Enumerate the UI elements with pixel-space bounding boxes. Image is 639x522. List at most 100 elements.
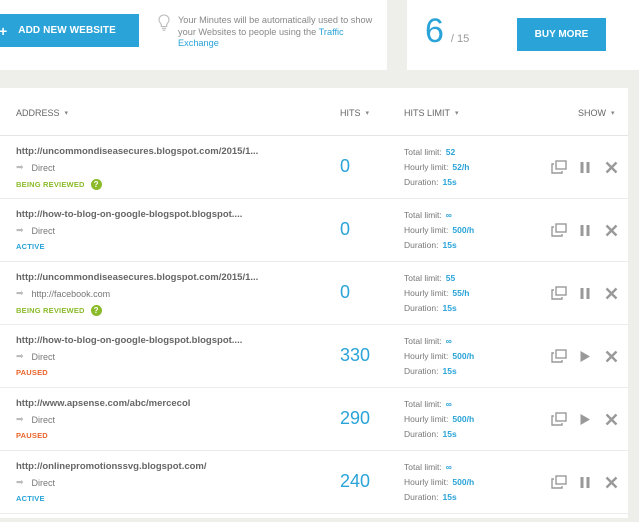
website-address[interactable]: http://onlinepromotionssvg.blogspot.com/	[16, 461, 207, 472]
external-window-icon	[551, 475, 567, 489]
duration-value: 15s	[442, 240, 457, 250]
help-icon[interactable]: ?	[90, 179, 102, 190]
website-address[interactable]: http://uncommondiseasecures.blogspot.com…	[16, 272, 258, 283]
help-icon[interactable]: ?	[90, 305, 102, 316]
website-address[interactable]: http://www.apsense.com/abc/mercecol	[16, 398, 190, 409]
hits-count: 240	[340, 471, 371, 491]
delete-button[interactable]	[601, 472, 621, 492]
hourly-limit-value: 52/h	[452, 162, 470, 172]
duration-label: Duration:	[404, 429, 439, 439]
duration-value: 15s	[442, 429, 457, 439]
open-external-button[interactable]	[549, 409, 569, 429]
traffic-source-label: Direct	[31, 414, 56, 425]
delete-button[interactable]	[601, 283, 621, 303]
duration-value: 15s	[442, 177, 457, 187]
pause-button[interactable]	[575, 472, 595, 492]
external-window-icon	[551, 349, 567, 363]
pause-icon	[580, 224, 590, 236]
table-row: http://www.apsense.com/abc/mercecol ➡ Di…	[0, 388, 628, 451]
status-badge: BEING REVIEWED ?	[16, 305, 102, 316]
total-limit-label: Total limit:	[404, 399, 442, 409]
hits-count: 330	[340, 345, 371, 365]
hourly-limit-value: 500/h	[452, 414, 475, 424]
hourly-limit: Hourly limit: 55/h	[404, 286, 469, 301]
total-limit: Total limit: ∞	[404, 460, 474, 475]
hourly-limit: Hourly limit: 500/h	[404, 475, 474, 490]
table-row: http://uncommondiseasecures.blogspot.com…	[0, 136, 628, 199]
total-limit-label: Total limit:	[404, 336, 442, 346]
add-new-website-label: ADD NEW WEBSITE	[18, 25, 116, 36]
delete-button[interactable]	[601, 346, 621, 366]
pause-button[interactable]	[575, 283, 595, 303]
hits-limit: Total limit: ∞ Hourly limit: 500/h Duratio…	[404, 397, 474, 442]
hits-count: 0	[340, 219, 351, 239]
delete-button[interactable]	[601, 220, 621, 240]
header-show[interactable]: SHOW ▾	[578, 108, 615, 118]
open-external-button[interactable]	[549, 283, 569, 303]
table-row: http://onlinepromotionssvg.blogspot.com/…	[0, 451, 628, 514]
status-label: PAUSED	[16, 431, 48, 440]
hourly-limit-label: Hourly limit:	[404, 288, 449, 298]
close-icon	[605, 224, 617, 236]
status-badge: BEING REVIEWED ?	[16, 179, 102, 190]
lightbulb-icon	[158, 14, 170, 31]
traffic-source: ➡ Direct	[16, 162, 55, 173]
duration: Duration: 15s	[404, 364, 474, 379]
table-row: http://how-to-blog-on-google-blogspot.bl…	[0, 199, 628, 262]
delete-button[interactable]	[601, 157, 621, 177]
website-address[interactable]: http://how-to-blog-on-google-blogspot.bl…	[16, 335, 242, 346]
close-icon	[605, 161, 617, 173]
row-actions	[549, 157, 627, 177]
arrow-right-icon: ➡	[16, 414, 24, 424]
hourly-limit-value: 500/h	[452, 351, 475, 361]
row-actions	[549, 346, 627, 366]
row-actions	[549, 220, 627, 240]
resume-button[interactable]	[575, 346, 595, 366]
websites-table: ADDRESS ▾ HITS ▾ HITS LIMIT ▾ SHOW ▾ htt…	[0, 88, 628, 518]
row-actions	[549, 472, 627, 492]
open-external-button[interactable]	[549, 346, 569, 366]
duration: Duration: 15s	[404, 238, 474, 253]
duration: Duration: 15s	[404, 490, 474, 505]
buy-more-button[interactable]: BUY MORE	[517, 18, 606, 51]
open-external-button[interactable]	[549, 220, 569, 240]
website-address[interactable]: http://how-to-blog-on-google-blogspot.bl…	[16, 209, 242, 220]
duration-value: 15s	[442, 366, 457, 376]
open-external-button[interactable]	[549, 472, 569, 492]
hourly-limit: Hourly limit: 500/h	[404, 412, 474, 427]
table-header: ADDRESS ▾ HITS ▾ HITS LIMIT ▾ SHOW ▾	[0, 88, 628, 136]
header-address[interactable]: ADDRESS ▾	[16, 108, 68, 118]
arrow-right-icon: ➡	[16, 288, 24, 298]
arrow-right-icon: ➡	[16, 225, 24, 235]
minutes-total: / 15	[450, 33, 470, 45]
delete-button[interactable]	[601, 409, 621, 429]
duration: Duration: 15s	[404, 175, 469, 190]
table-row: http://uncommondiseasecures.blogspot.com…	[0, 262, 628, 325]
website-address[interactable]: http://uncommondiseasecures.blogspot.com…	[16, 146, 258, 157]
duration: Duration: 15s	[404, 301, 469, 316]
duration-value: 15s	[442, 303, 457, 313]
hits-count: 0	[340, 156, 351, 176]
pause-button[interactable]	[575, 220, 595, 240]
traffic-source: ➡ Direct	[16, 225, 55, 236]
status-label: PAUSED	[16, 368, 48, 377]
hits-limit: Total limit: 55 Hourly limit: 55/h Duratio…	[404, 271, 469, 316]
pause-icon	[580, 476, 590, 488]
plus-icon: +	[0, 22, 8, 39]
total-limit-value: ∞	[445, 336, 452, 346]
hourly-limit: Hourly limit: 52/h	[404, 160, 469, 175]
open-external-button[interactable]	[549, 157, 569, 177]
header-hits-limit[interactable]: HITS LIMIT ▾	[404, 108, 459, 118]
pause-button[interactable]	[575, 157, 595, 177]
header-hits[interactable]: HITS ▾	[340, 108, 369, 118]
duration-label: Duration:	[404, 303, 439, 313]
resume-button[interactable]	[575, 409, 595, 429]
traffic-source-label: http://facebook.com	[31, 288, 111, 299]
header-show-label: SHOW	[578, 108, 606, 118]
status-badge: ACTIVE	[16, 494, 45, 503]
arrow-right-icon: ➡	[16, 162, 24, 172]
minutes-value: 6	[425, 12, 444, 50]
add-new-website-button[interactable]: + ADD NEW WEBSITE	[0, 14, 139, 47]
hourly-limit: Hourly limit: 500/h	[404, 349, 474, 364]
minutes-counter: 6 / 15	[425, 14, 469, 48]
